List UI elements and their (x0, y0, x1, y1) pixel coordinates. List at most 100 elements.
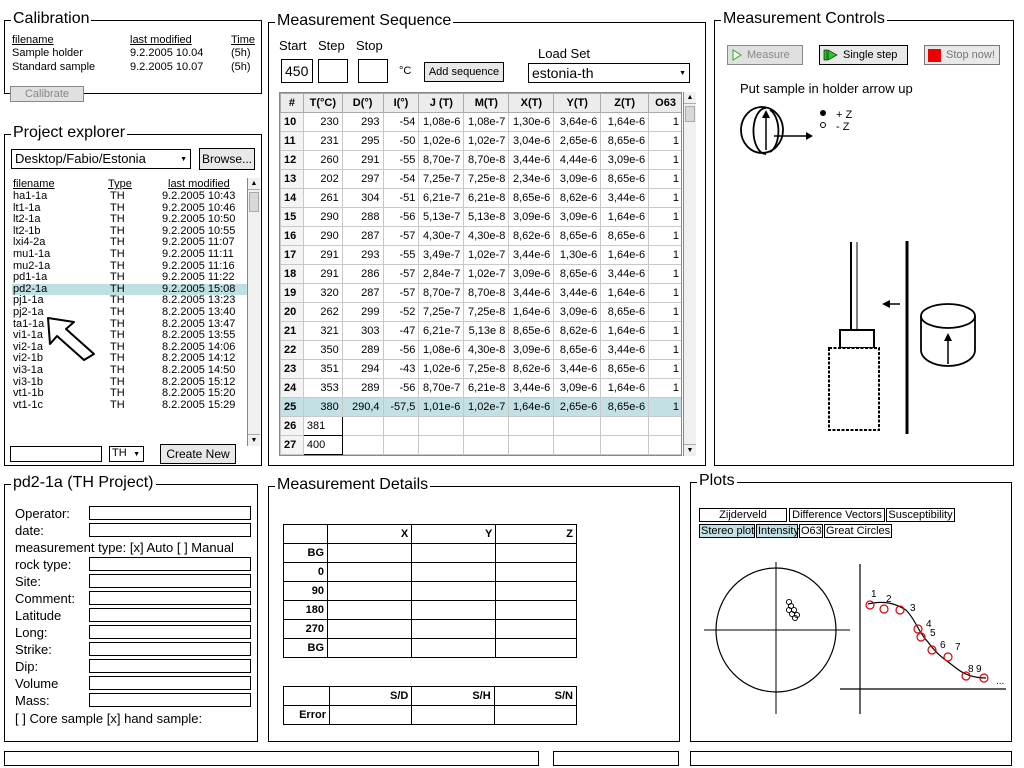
sequence-cell[interactable]: 350 (302, 340, 343, 360)
sequence-column-header[interactable]: Z(T) (600, 93, 650, 113)
sequence-row[interactable]: 24 353 289 -56 8,70e-7 6,21e-8 3,44e-6 3,09e-6 1… (280, 378, 681, 398)
sequence-row[interactable]: 27 400 (280, 435, 681, 455)
sequence-row[interactable]: 10 230 293 -54 1,08e-6 1,08e-7 1,30e-6 3,64e-6 1… (280, 112, 681, 132)
sequence-column-header[interactable]: I(°) (382, 93, 420, 113)
sequence-cell[interactable]: 381 (302, 416, 343, 436)
sequence-row[interactable]: 11 231 295 -50 1,02e-6 1,02e-7 3,04e-6 2,65e-6 8… (280, 131, 681, 151)
sequence-row[interactable]: 23 351 294 -43 1,02e-6 7,25e-8 8,62e-6 3,44e-6 8… (280, 359, 681, 379)
strike-field[interactable] (89, 642, 251, 656)
sequence-row[interactable]: 19 320 287 -57 8,70e-7 8,70e-8 3,44e-6 3,44e-6 1… (280, 283, 681, 303)
sequence-cell[interactable]: 353 (302, 378, 343, 398)
sequence-column-header[interactable]: X(T) (508, 93, 555, 113)
stop-input[interactable] (358, 59, 388, 83)
scroll-thumb[interactable] (685, 106, 695, 122)
file-row[interactable]: vt1-1b TH 8.2.2005 15:20 (12, 388, 250, 400)
sequence-row[interactable]: 14 261 304 -51 6,21e-7 6,21e-8 8,65e-6 8,62e-6 3… (280, 188, 681, 208)
browse-button[interactable]: Browse... (199, 148, 255, 170)
sequence-column-header[interactable]: Y(T) (553, 93, 602, 113)
sequence-cell[interactable]: 380 (302, 397, 343, 417)
sequence-row[interactable]: 22 350 289 -56 1,08e-6 4,30e-8 3,09e-6 8,65e-6 3… (280, 340, 681, 360)
sequence-column-header[interactable]: J (T) (418, 93, 465, 113)
sequence-cell[interactable]: 400 (302, 435, 343, 455)
operator-field[interactable] (89, 506, 251, 520)
sequence-cell[interactable]: 351 (302, 359, 343, 379)
comment-field[interactable] (89, 591, 251, 605)
sequence-row[interactable]: 18 291 286 -57 2,84e-7 1,02e-7 3,09e-6 8,65e-6 3… (280, 264, 681, 284)
scroll-thumb[interactable] (249, 192, 259, 212)
sequence-cell[interactable]: 260 (302, 150, 343, 170)
date-field[interactable] (89, 523, 251, 537)
sequence-row[interactable]: 15 290 288 -56 5,13e-7 5,13e-8 3,09e-6 3,09e-6 1… (280, 207, 681, 227)
file-list-scrollbar[interactable]: ▲ ▼ (247, 178, 260, 446)
sequence-scrollbar[interactable]: ▲ ▼ (683, 92, 696, 456)
start-input[interactable]: 450 (281, 59, 313, 83)
latitude-field[interactable] (89, 608, 251, 622)
sequence-cell[interactable]: 202 (302, 169, 343, 189)
rock-type-field[interactable] (89, 557, 251, 571)
tab-zijderveld[interactable]: Zijderveld (699, 508, 787, 522)
sequence-cell[interactable]: 290 (302, 207, 343, 227)
new-project-name-input[interactable] (10, 446, 102, 462)
add-sequence-button[interactable]: Add sequence (424, 62, 504, 82)
sequence-cell[interactable]: 290 (302, 226, 343, 246)
site-field[interactable] (89, 574, 251, 588)
step-input[interactable] (318, 59, 348, 83)
scroll-down-icon[interactable]: ▼ (248, 434, 260, 446)
file-row[interactable]: ha1-1a TH 9.2.2005 10:43 (12, 190, 250, 203)
sequence-cell[interactable]: 230 (302, 112, 343, 132)
file-row[interactable]: pd1-1a TH 9.2.2005 11:22 (12, 272, 250, 284)
new-project-type-select[interactable]: TH ▼ (109, 446, 144, 462)
details-row: BG (283, 638, 577, 658)
details-row-label: 0 (283, 562, 328, 582)
stop-now-button[interactable]: Stop now! (924, 45, 1000, 65)
single-step-button[interactable]: Single step (819, 45, 908, 65)
sequence-row[interactable]: 13 202 297 -54 7,25e-7 7,25e-8 2,34e-6 3,09e-6 8… (280, 169, 681, 189)
sequence-column-header[interactable]: # (280, 93, 304, 113)
load-set-select[interactable]: estonia-th ▼ (528, 63, 690, 83)
create-new-button[interactable]: Create New (160, 444, 236, 464)
scroll-down-icon[interactable]: ▼ (684, 444, 696, 456)
dip-field[interactable] (89, 659, 251, 673)
sequence-cell[interactable]: 291 (302, 245, 343, 265)
calib-row-filename[interactable]: Standard sample (12, 61, 95, 73)
sequence-row[interactable]: 26 381 (280, 416, 681, 436)
sequence-row[interactable]: 20 262 299 -52 7,25e-7 7,25e-8 1,64e-6 3,09e-6 8… (280, 302, 681, 322)
sequence-column-header[interactable]: T(°C) (302, 93, 343, 113)
tab-intensity[interactable]: Intensity (756, 524, 799, 538)
sample-kind-text[interactable]: [ ] Core sample [x] hand sample: (15, 711, 202, 726)
sequence-row[interactable]: 25 380 290,4 -57,5 1,01e-6 1,02e-7 1,64e-6 2,65… (280, 397, 681, 417)
path-select[interactable]: Desktop/Fabio/Estonia ▼ (11, 149, 191, 169)
tab-susceptibility[interactable]: Susceptibility (886, 508, 955, 522)
file-row[interactable]: mu1-1a TH 9.2.2005 11:11 (12, 248, 250, 261)
sequence-column-header[interactable]: M(T) (463, 93, 510, 113)
volume-field[interactable] (89, 676, 251, 690)
sequence-row-index: 21 (280, 321, 304, 341)
scroll-up-icon[interactable]: ▲ (248, 178, 260, 190)
measurement-type-text[interactable]: measurement type: [x] Auto [ ] Manual (15, 540, 234, 555)
file-row[interactable]: vi3-1a TH 8.2.2005 14:50 (12, 364, 250, 377)
tab-o63[interactable]: O63 (799, 524, 823, 538)
long-field[interactable] (89, 625, 251, 639)
sequence-cell: 8,65e-6 (553, 264, 602, 284)
sequence-cell[interactable]: 320 (302, 283, 343, 303)
file-row[interactable]: vt1-1c TH 8.2.2005 15:29 (12, 399, 250, 412)
sequence-column-header[interactable]: D(°) (341, 93, 384, 113)
sequence-cell[interactable]: 261 (302, 188, 343, 208)
sequence-row[interactable]: 17 291 293 -55 3,49e-7 1,02e-7 3,44e-6 1,30e-6 1… (280, 245, 681, 265)
sequence-cell[interactable]: 231 (302, 131, 343, 151)
sequence-row[interactable]: 12 260 291 -55 8,70e-7 8,70e-8 3,44e-6 4,44e-6 3… (280, 150, 681, 170)
sequence-row[interactable]: 21 321 303 -47 6,21e-7 5,13e 8 8,65e-6 8,62e-6 1… (280, 321, 681, 341)
tab-great-circles[interactable]: Great Circles (824, 524, 892, 538)
scroll-up-icon[interactable]: ▲ (684, 92, 696, 104)
tab-difference-vectors[interactable]: Difference Vectors (789, 508, 885, 522)
tab-stereo-plot[interactable]: Stereo plot (699, 524, 755, 538)
sequence-row[interactable]: 16 290 287 -57 4,30e-7 4,30e-8 8,62e-6 8,65e-6 8… (280, 226, 681, 246)
calibrate-button[interactable]: Calibrate (10, 86, 84, 102)
measure-button[interactable]: Measure (727, 45, 803, 65)
sequence-cell[interactable]: 262 (302, 302, 343, 322)
sequence-cell[interactable]: 291 (302, 264, 343, 284)
calib-row-filename[interactable]: Sample holder (12, 47, 83, 59)
sequence-cell[interactable]: 321 (302, 321, 343, 341)
sequence-column-header[interactable]: O63 (648, 93, 681, 113)
mass-field[interactable] (89, 693, 251, 707)
